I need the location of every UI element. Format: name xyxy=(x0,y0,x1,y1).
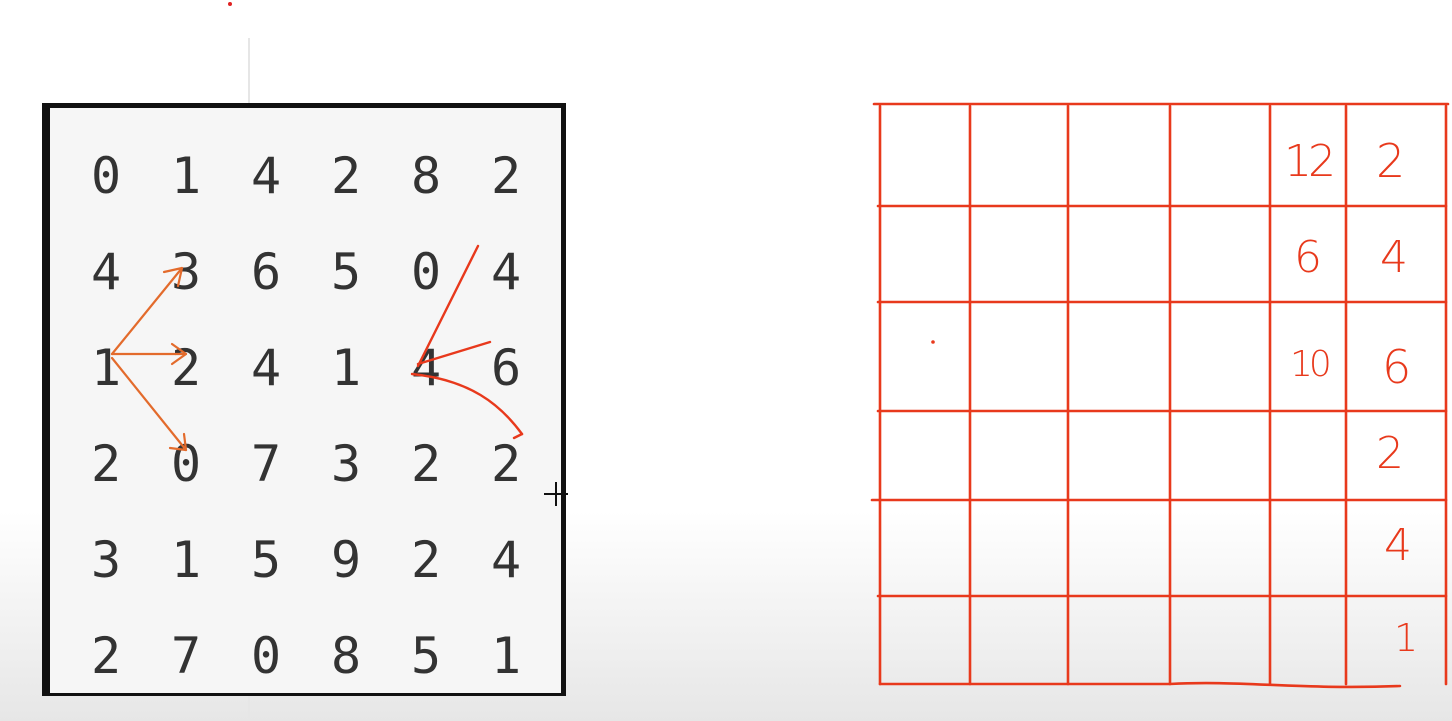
cell-r1-c5: 12 xyxy=(1284,136,1336,187)
cell-r5-c6: 4 xyxy=(1384,520,1412,571)
cell-r6-c6: 1 xyxy=(1394,616,1419,660)
whiteboard-canvas: 014282436504124146207322315924270851 12 … xyxy=(0,0,1452,721)
grid-dot-mark xyxy=(931,340,935,344)
cell-r3-c6: 6 xyxy=(1382,340,1412,394)
grid-hline-6 xyxy=(878,681,1402,689)
crosshair-cursor-icon xyxy=(544,482,568,506)
cell-r2-c5: 6 xyxy=(1294,232,1322,283)
cell-r2-c6: 4 xyxy=(1380,232,1408,283)
dp-table-grid xyxy=(870,102,1450,689)
cell-r3-c5: 10 xyxy=(1290,344,1332,385)
cell-r1-c6: 2 xyxy=(1376,134,1406,188)
cell-r4-c6: 2 xyxy=(1376,428,1404,479)
